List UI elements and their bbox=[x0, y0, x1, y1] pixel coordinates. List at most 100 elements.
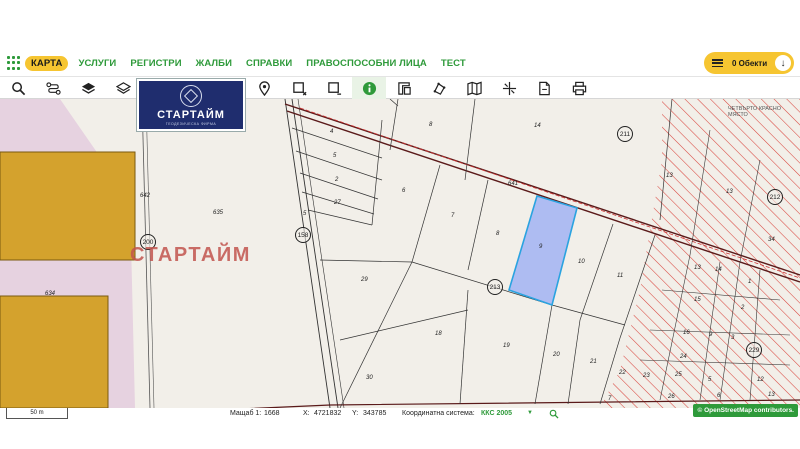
parcel-label: 5 bbox=[333, 153, 337, 159]
hatched-zone bbox=[600, 99, 800, 408]
arrow-down-icon[interactable]: ↓ bbox=[775, 55, 791, 71]
y-coord-label: Y: bbox=[352, 410, 359, 417]
parcel-label: 6 bbox=[717, 393, 721, 399]
nav-item-licensed-persons[interactable]: ПРАВОСПОСОБНИ ЛИЦА bbox=[306, 58, 427, 69]
draw-polygon-tool[interactable] bbox=[282, 77, 316, 99]
print-icon bbox=[572, 81, 586, 95]
parcel-label: 26 bbox=[668, 394, 675, 400]
top-navigation: КАРТА УСЛУГИ РЕГИСТРИ ЖАЛБИ СПРАВКИ ПРАВ… bbox=[0, 50, 800, 76]
search-tool[interactable] bbox=[1, 77, 35, 99]
pin-tool[interactable] bbox=[247, 77, 281, 99]
building-south bbox=[0, 295, 109, 409]
map-status-bar: 50 m Мащаб 1: 1668 X: 4721832 Y: 343785 … bbox=[0, 408, 800, 420]
draw-rect-icon bbox=[327, 81, 341, 95]
cadastral-map[interactable]: 4 5 2 27 8 14 6 7 8 9 10 11 635 642 634 29 18 19 20 21 30 641… bbox=[0, 99, 800, 419]
parcel-label: 20 bbox=[553, 352, 560, 358]
zoom-search-icon[interactable] bbox=[549, 409, 559, 419]
parcel-label: 11 bbox=[617, 273, 624, 279]
nav-item-map[interactable]: КАРТА bbox=[25, 55, 69, 71]
draw-rect-tool[interactable] bbox=[317, 77, 351, 99]
parcel-label: 4 bbox=[330, 129, 334, 135]
chevron-down-icon[interactable]: ▼ bbox=[527, 410, 533, 416]
layers-tool[interactable] bbox=[71, 77, 105, 99]
road-number-circle: 213 bbox=[487, 279, 503, 295]
layers-icon bbox=[81, 82, 95, 94]
parcel-tool[interactable] bbox=[387, 77, 421, 99]
parcel-label: 16 bbox=[683, 330, 690, 336]
stack-icon bbox=[115, 81, 131, 94]
scale-bar: 50 m bbox=[6, 408, 68, 419]
parcel-label: 34 bbox=[768, 237, 775, 243]
parcel-label: 12 bbox=[757, 377, 764, 383]
parcel-label: 27 bbox=[334, 200, 341, 206]
document-icon bbox=[538, 81, 550, 95]
parcel-label: 22 bbox=[619, 370, 626, 376]
parcel-label: 9 bbox=[709, 332, 713, 338]
coord-system-label: Координатна система: bbox=[402, 410, 475, 417]
map-icon bbox=[466, 81, 482, 95]
crosshair-tool[interactable] bbox=[492, 77, 526, 99]
parcel-label: 30 bbox=[366, 375, 373, 381]
parcel-label: 14 bbox=[715, 267, 722, 273]
parcel-label: 2 bbox=[741, 305, 745, 311]
parcel-label: 8 bbox=[429, 122, 433, 128]
parcel-label: 7 bbox=[451, 213, 455, 219]
nav-item-complaints[interactable]: ЖАЛБИ bbox=[196, 58, 232, 69]
info-icon bbox=[362, 81, 376, 95]
osm-attribution[interactable]: © OpenStreetMap contributors. bbox=[693, 404, 798, 417]
parcel-label: 3 bbox=[731, 335, 735, 341]
parcel-label: 14 bbox=[534, 123, 541, 129]
x-coord-label: X: bbox=[303, 410, 310, 417]
info-tool[interactable] bbox=[352, 77, 386, 99]
scale-label: Мащаб 1: bbox=[230, 410, 262, 417]
crosshair-icon bbox=[502, 81, 516, 95]
road-number-circle: 212 bbox=[767, 189, 783, 205]
nav-item-references[interactable]: СПРАВКИ bbox=[246, 58, 292, 69]
road-number-circle: 229 bbox=[746, 342, 762, 358]
nav-item-test[interactable]: ТЕСТ bbox=[441, 58, 466, 69]
apps-grid-icon[interactable] bbox=[7, 56, 21, 70]
parcel-label: 21 bbox=[590, 359, 597, 365]
print-tool[interactable] bbox=[562, 77, 596, 99]
parcel-label: 641 bbox=[508, 181, 519, 187]
parcel-label: 15 bbox=[694, 297, 701, 303]
objects-count-label: 0 Обекти bbox=[732, 58, 768, 68]
parcel-icon bbox=[397, 81, 411, 95]
parcel-label: 13 bbox=[726, 189, 733, 195]
parcel-label: 13 bbox=[768, 392, 775, 398]
osm-attribution-text: © OpenStreetMap contributors. bbox=[697, 407, 794, 414]
stack-tool[interactable] bbox=[106, 77, 140, 99]
map-canvas bbox=[0, 99, 800, 414]
nav-item-registers[interactable]: РЕГИСТРИ bbox=[130, 58, 181, 69]
menu-icon bbox=[712, 59, 723, 67]
nav-item-services[interactable]: УСЛУГИ bbox=[78, 58, 116, 69]
draw-polygon-icon bbox=[292, 81, 307, 96]
search-icon bbox=[11, 81, 25, 95]
parcel-label: 13 bbox=[666, 173, 673, 179]
area-corner-label: ЧЕТВЪРТО КРАСНО МЯСТО bbox=[728, 106, 782, 118]
app: КАРТА УСЛУГИ РЕГИСТРИ ЖАЛБИ СПРАВКИ ПРАВ… bbox=[0, 0, 800, 449]
parcel-label: 7 bbox=[608, 396, 612, 402]
coord-system-select[interactable]: ККС 2005 bbox=[481, 410, 512, 417]
parcel-label: 1 bbox=[748, 279, 752, 285]
y-coord-value: 343785 bbox=[363, 410, 387, 417]
parcel-label: 19 bbox=[503, 343, 510, 349]
parcel-label: 5 bbox=[708, 377, 712, 383]
x-coord-value: 4721832 bbox=[314, 410, 342, 417]
parcel-label: 24 bbox=[680, 354, 687, 360]
parcel-label: 29 bbox=[361, 277, 368, 283]
pin-icon bbox=[258, 80, 270, 96]
parcel-label: 6 bbox=[402, 188, 406, 194]
building-north bbox=[0, 151, 136, 261]
map-toolbar bbox=[0, 76, 800, 99]
document-tool[interactable] bbox=[527, 77, 561, 99]
highlighted-parcel-9[interactable] bbox=[508, 195, 578, 307]
map-tool[interactable] bbox=[457, 77, 491, 99]
road-number-circle: 158 bbox=[295, 227, 311, 243]
parcel-label: 8 bbox=[496, 231, 500, 237]
objects-button[interactable]: 0 Обекти ↓ bbox=[704, 52, 794, 74]
parcel-label: 9 bbox=[539, 244, 543, 250]
route-tool[interactable] bbox=[36, 77, 70, 99]
measure-tool[interactable] bbox=[422, 77, 456, 99]
scale-value: 1668 bbox=[264, 410, 280, 417]
